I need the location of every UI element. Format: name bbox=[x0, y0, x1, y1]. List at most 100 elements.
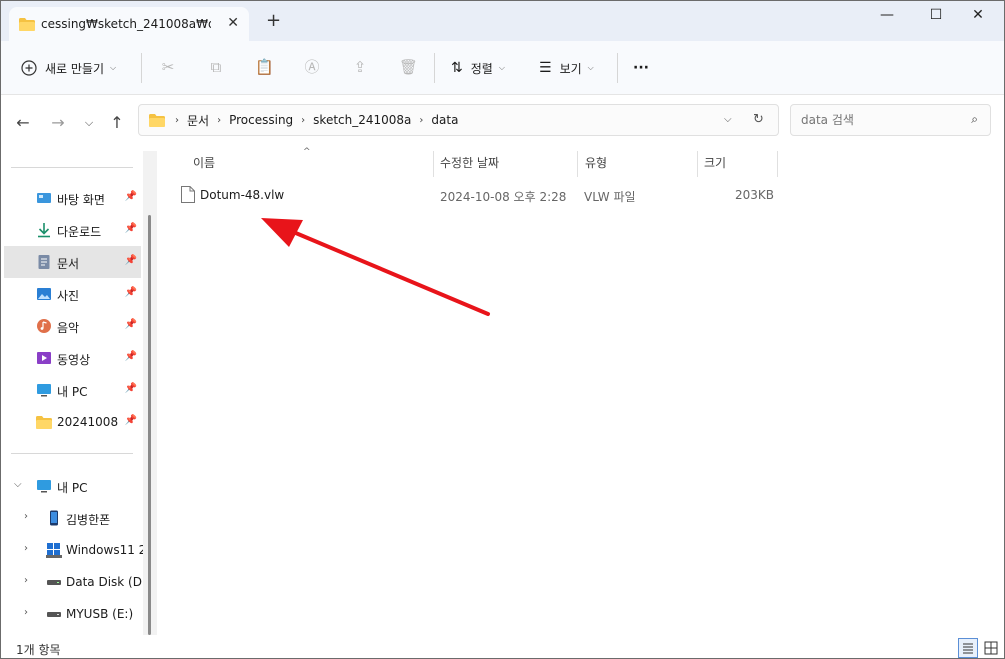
folder-icon bbox=[19, 17, 35, 31]
toolbar-divider bbox=[434, 53, 435, 83]
chevron-right-icon[interactable]: › bbox=[24, 511, 28, 522]
file-name[interactable]: Dotum-48.vlw bbox=[200, 188, 284, 202]
tiles-view-button[interactable] bbox=[981, 638, 1001, 658]
nav-scrollbar-thumb[interactable] bbox=[148, 215, 151, 635]
nav-item-videos[interactable]: 동영상 📌 bbox=[4, 342, 141, 374]
file-modified: 2024-10-08 오후 2:28 bbox=[440, 190, 567, 204]
pin-icon[interactable]: 📌 bbox=[125, 319, 137, 330]
delete-icon[interactable]: 🗑 bbox=[399, 58, 418, 76]
nav-item-downloads[interactable]: 다운로드 📌 bbox=[4, 214, 141, 246]
breadcrumb-item[interactable]: data bbox=[431, 113, 458, 127]
nav-item-music[interactable]: 음악 📌 bbox=[4, 310, 141, 342]
chevron-right-icon[interactable]: › bbox=[24, 607, 28, 618]
column-header-size[interactable]: 크기 bbox=[704, 154, 726, 171]
nav-item-label: 20241008 bbox=[57, 415, 119, 429]
copy-icon[interactable]: ⧉ bbox=[207, 58, 225, 76]
active-tab[interactable]: cessing₩sketch_241008a₩data ✕ bbox=[9, 7, 249, 41]
column-header-type[interactable]: 유형 bbox=[585, 154, 607, 171]
chevron-down-icon[interactable]: ⌵ bbox=[14, 479, 22, 490]
nav-item-label: 문서 bbox=[57, 257, 80, 271]
tab-title: cessing₩sketch_241008a₩data bbox=[41, 17, 211, 31]
more-options-button[interactable]: ··· bbox=[633, 57, 649, 79]
chevron-down-icon: ⌵ bbox=[110, 63, 117, 72]
search-input[interactable] bbox=[801, 113, 961, 127]
file-row[interactable]: Dotum-48.vlw 2024-10-08 오후 2:28 VLW 파일 2… bbox=[161, 180, 781, 210]
recent-locations-chevron-icon[interactable]: ⌵ bbox=[79, 116, 99, 130]
nav-item-label: 다운로드 bbox=[57, 225, 102, 239]
minimize-button[interactable]: — bbox=[872, 7, 902, 27]
monitor-icon bbox=[36, 382, 52, 398]
breadcrumb-item[interactable]: sketch_241008a bbox=[313, 113, 411, 127]
search-icon[interactable]: ⌕ bbox=[971, 112, 978, 127]
breadcrumb-item[interactable]: 문서 bbox=[187, 112, 209, 129]
nav-item-label: 음악 bbox=[57, 321, 80, 335]
command-bar: 새로 만들기 ⌵ ✂ ⧉ 📋 Ⓐ ⇪ 🗑 ⇅ 정렬 ⌵ ☰ 보기 ⌵ ··· bbox=[1, 41, 1004, 95]
new-tab-button[interactable]: + bbox=[266, 12, 281, 30]
folder-icon bbox=[36, 414, 52, 430]
pin-icon[interactable]: 📌 bbox=[125, 191, 137, 202]
column-divider[interactable] bbox=[577, 151, 578, 177]
nav-item-this-pc[interactable]: 내 PC 📌 bbox=[4, 374, 141, 406]
close-tab-icon[interactable]: ✕ bbox=[227, 15, 239, 31]
address-bar[interactable]: › 문서 › Processing › sketch_241008a › dat… bbox=[138, 104, 779, 136]
chevron-right-icon[interactable]: › bbox=[24, 543, 28, 554]
nav-item-documents[interactable]: 문서 📌 bbox=[4, 246, 141, 278]
tree-item-label: Windows11 2 bbox=[66, 543, 147, 557]
column-divider[interactable] bbox=[433, 151, 434, 177]
new-button[interactable]: 새로 만들기 ⌵ bbox=[21, 57, 116, 79]
chevron-right-icon: › bbox=[301, 114, 306, 126]
nav-item-pictures[interactable]: 사진 📌 bbox=[4, 278, 141, 310]
sort-ascending-icon: ^ bbox=[303, 147, 311, 157]
rename-icon[interactable]: Ⓐ bbox=[303, 58, 321, 76]
usb-drive-icon bbox=[46, 606, 62, 622]
music-icon bbox=[36, 318, 52, 334]
up-arrow-icon[interactable]: ↑ bbox=[107, 113, 127, 132]
share-icon[interactable]: ⇪ bbox=[351, 58, 369, 76]
chevron-down-icon: ⌵ bbox=[498, 63, 505, 72]
details-view-icon bbox=[963, 643, 973, 654]
tree-item-windows-drive[interactable]: › Windows11 2 bbox=[4, 534, 147, 566]
chevron-down-icon[interactable]: ⌵ bbox=[724, 114, 732, 125]
toolbar-divider bbox=[617, 53, 618, 83]
nav-item-label: 바탕 화면 bbox=[57, 193, 105, 207]
title-bar: cessing₩sketch_241008a₩data ✕ + — ☐ ✕ bbox=[1, 1, 1004, 41]
cut-icon[interactable]: ✂ bbox=[159, 58, 177, 76]
pin-icon[interactable]: 📌 bbox=[125, 383, 137, 394]
pin-icon[interactable]: 📌 bbox=[125, 223, 137, 234]
refresh-icon[interactable]: ↻ bbox=[753, 112, 764, 127]
tree-item-usb[interactable]: › MYUSB (E:) bbox=[4, 598, 144, 630]
paste-icon[interactable]: 📋 bbox=[255, 58, 274, 76]
drive-icon bbox=[46, 574, 62, 590]
forward-arrow-icon[interactable]: → bbox=[48, 113, 68, 132]
pin-icon[interactable]: 📌 bbox=[125, 415, 137, 426]
maximize-button[interactable]: ☐ bbox=[921, 7, 951, 27]
pin-icon[interactable]: 📌 bbox=[125, 351, 137, 362]
tree-item-phone[interactable]: › 김병한폰 bbox=[4, 502, 144, 534]
plus-circle-icon bbox=[21, 60, 37, 76]
back-arrow-icon[interactable]: ← bbox=[13, 113, 33, 132]
pin-icon[interactable]: 📌 bbox=[125, 255, 137, 266]
details-view-button[interactable] bbox=[958, 638, 978, 658]
search-box[interactable]: ⌕ bbox=[790, 104, 991, 136]
column-divider[interactable] bbox=[697, 151, 698, 177]
column-divider[interactable] bbox=[777, 151, 778, 177]
nav-item-desktop[interactable]: 바탕 화면 📌 bbox=[4, 182, 141, 214]
pin-icon[interactable]: 📌 bbox=[125, 287, 137, 298]
chevron-right-icon: › bbox=[419, 114, 424, 126]
view-button[interactable]: ☰ 보기 ⌵ bbox=[539, 57, 594, 79]
address-row: ← → ⌵ ↑ › 문서 › Processing › sketch_24100… bbox=[1, 95, 1004, 147]
pictures-icon bbox=[36, 286, 52, 302]
new-button-label: 새로 만들기 bbox=[45, 61, 105, 76]
download-icon bbox=[36, 222, 52, 238]
breadcrumb-item[interactable]: Processing bbox=[229, 113, 293, 127]
sort-button[interactable]: ⇅ 정렬 ⌵ bbox=[451, 57, 505, 79]
nav-item-folder-20241008[interactable]: 20241008 📌 bbox=[4, 406, 141, 438]
chevron-right-icon[interactable]: › bbox=[24, 575, 28, 586]
column-header-modified[interactable]: 수정한 날짜 bbox=[440, 154, 499, 171]
tree-item-this-pc[interactable]: ⌵ 내 PC bbox=[4, 470, 144, 502]
file-type: VLW 파일 bbox=[584, 190, 636, 204]
tree-item-data-disk[interactable]: › Data Disk (D:) bbox=[4, 566, 151, 598]
toolbar-divider bbox=[141, 53, 142, 83]
column-header-name[interactable]: 이름 bbox=[193, 154, 215, 171]
close-window-button[interactable]: ✕ bbox=[963, 7, 993, 27]
